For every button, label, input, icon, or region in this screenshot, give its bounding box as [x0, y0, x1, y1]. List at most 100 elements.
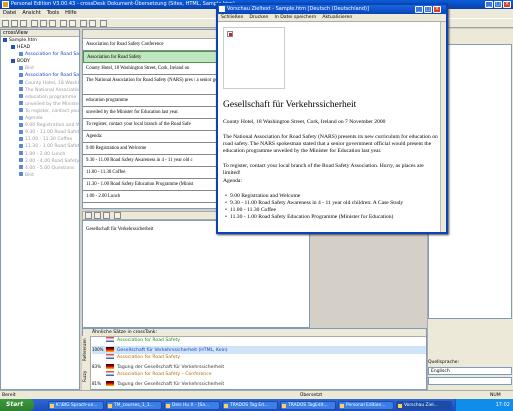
tree-node-label: 2.00 - 4.00 Road Safety — [25, 158, 79, 164]
tm-header: Ähnliche Sätze in crossTank: — [83, 329, 426, 337]
match-text: Association for Road Safety — [117, 355, 181, 360]
taskbar-button[interactable]: TRADOS TagEdit... — [280, 401, 336, 410]
language-flag-icon — [106, 380, 114, 386]
preview-close-icon[interactable]: × — [433, 6, 441, 13]
taskbar-button[interactable]: Personal Edition... — [338, 401, 394, 410]
tree-node-label: Association for Road Safety — [25, 52, 79, 58]
node-icon — [19, 94, 23, 99]
tree-node[interactable]: 11.30 - 1.00 Road Safety Ed — [1, 143, 79, 150]
tree-node[interactable]: 9.30 - 11.00 Road Safety Aw — [1, 129, 79, 136]
new-file-icon[interactable] — [2, 20, 9, 27]
maximize-icon[interactable]: □ — [494, 1, 502, 8]
source-language-select[interactable]: Englisch — [428, 367, 512, 375]
taskbar-button[interactable]: TM_courses_1_1... — [106, 401, 162, 410]
tm-match-row[interactable]: Association for Road Safety — [92, 354, 426, 363]
close-icon[interactable]: × — [503, 1, 511, 8]
preview-refresh-menu[interactable]: Aktualisieren — [319, 14, 355, 22]
tree-node[interactable]: 2.00 - 4.00 Road Safety — [1, 158, 79, 165]
redo-icon[interactable] — [69, 20, 76, 27]
tree-node[interactable]: Sample.htm — [1, 37, 79, 44]
tree-node[interactable]: unveiled by the Minister — [1, 101, 79, 108]
tree-node-label: 11.00 - 11.30 Coffee — [25, 137, 73, 143]
tab-referenzen[interactable]: Referenzen — [82, 338, 91, 362]
menu-tools[interactable]: Tools — [44, 9, 62, 18]
match-text: Association for Road Safety – Conference — [117, 372, 212, 377]
sidebar-field[interactable] — [428, 377, 512, 385]
underline-icon[interactable] — [103, 212, 110, 219]
app-title: Personal Edition V3.00.43 - crossDesk Do… — [11, 1, 235, 7]
cut-icon[interactable] — [31, 20, 38, 27]
tm-match-row[interactable]: 83% Tagung der Gesellschaft für Verkehrss… — [92, 363, 426, 372]
taskbar-button[interactable]: TRADOS Tag Ed... — [222, 401, 278, 410]
tree-node[interactable]: 4.00 - 5.00 Questions — [1, 165, 79, 172]
node-icon — [19, 165, 23, 170]
preview-print-menu[interactable]: Drucken — [246, 14, 271, 22]
tree-node[interactable]: Association for Road Safety — [1, 51, 79, 58]
help-icon[interactable] — [100, 20, 107, 27]
preview-maximize-icon[interactable]: □ — [424, 6, 432, 13]
match-percent: 81% — [92, 380, 101, 386]
tree-node-label: 1.00 - 2.00 Lunch — [25, 151, 66, 157]
tree-node-label: The National Association — [25, 87, 79, 93]
tree-node[interactable]: The National Association — [1, 87, 79, 94]
tree-node-label: 9.00 Registration and Welco — [25, 123, 79, 129]
tree-node-label: Bild — [25, 172, 34, 178]
preview-title: Vorschau Zieltext - Sample.htm [Deutsch … — [227, 6, 369, 12]
tree-node[interactable]: 1.00 - 2.00 Lunch — [1, 151, 79, 158]
menu-ansicht[interactable]: Ansicht — [19, 9, 43, 18]
tag-icon[interactable] — [114, 212, 121, 219]
tree-node[interactable]: education programme — [1, 94, 79, 101]
agenda-item: 11.30 - 1.00 Road Safety Education Progr… — [225, 214, 440, 221]
tree-node[interactable]: 9.00 Registration and Welco — [1, 122, 79, 129]
menu-datei[interactable]: Datei — [0, 9, 19, 18]
match-percent: 83% — [92, 363, 101, 369]
undo-icon[interactable] — [60, 20, 67, 27]
tm-match-row[interactable]: 100% Gesellschaft für Verkehrssicherheit … — [92, 345, 426, 354]
tree-node[interactable]: County Hotel, 18 Washington — [1, 80, 79, 87]
tree-node[interactable]: BODY — [1, 58, 79, 65]
clock: 17:02 — [495, 402, 510, 408]
settings-icon[interactable] — [89, 20, 96, 27]
task-label: TRADOS Tag Ed... — [230, 403, 269, 408]
start-button[interactable]: Start — [0, 399, 34, 411]
minimize-icon[interactable]: _ — [485, 1, 493, 8]
preview-save-menu[interactable]: In Datei speichern — [271, 14, 319, 22]
copy-icon[interactable] — [40, 20, 47, 27]
open-folder-icon[interactable] — [11, 20, 18, 27]
preview-scrollbar[interactable] — [440, 22, 446, 232]
bold-icon[interactable] — [85, 212, 92, 219]
tree-node[interactable]: 11.00 - 11.30 Coffee — [1, 136, 79, 143]
node-icon — [3, 37, 7, 42]
taskbar-button[interactable]: Deis Hu X - [Sa... — [164, 401, 220, 410]
tree-node[interactable]: HEAD — [1, 44, 79, 51]
tree-node-label: education programme — [25, 94, 77, 100]
save-icon[interactable] — [20, 20, 27, 27]
tree-node[interactable]: To register, contact your loc — [1, 108, 79, 115]
task-label: TRADOS TagEdit... — [288, 403, 328, 408]
paste-icon[interactable] — [49, 20, 56, 27]
tree-node-label: Bild — [25, 66, 34, 72]
taskbar-button[interactable]: K:\BIG Sprach-un... — [48, 401, 104, 410]
tree-node[interactable]: Bild — [1, 172, 79, 179]
tab-fuzzy[interactable]: Fuzzy — [82, 364, 91, 388]
italic-icon[interactable] — [94, 212, 101, 219]
tree-header: crossView — [1, 30, 79, 37]
translation-pane[interactable]: Gesellschaft für Verkehrssicherheit — [82, 220, 310, 328]
tm-match-row[interactable]: 81% Tagung der Gesellschaft für Verkehrss… — [92, 380, 426, 389]
tree-node-label: Sample.htm — [9, 38, 37, 43]
tm-match-row[interactable]: Association for Road Safety – Conference — [92, 371, 426, 380]
node-icon — [19, 158, 23, 163]
source-language-label: Quellsprache: — [428, 360, 460, 365]
preview-icon[interactable] — [80, 20, 87, 27]
tree-node[interactable]: Association for Road Safety — [1, 72, 79, 79]
tm-match-row[interactable]: Association for Road Safety — [92, 337, 426, 346]
language-flag-icon — [106, 363, 114, 369]
preview-close-menu[interactable]: Schließen — [218, 14, 246, 22]
agenda-item: 9.00 Registration and Welcome — [225, 193, 440, 200]
tree-node[interactable]: Bild — [1, 65, 79, 72]
language-flag-icon — [106, 337, 114, 342]
menu-hilfe[interactable]: Hilfe — [62, 9, 79, 18]
taskbar-button[interactable]: Vorschau Ziel... — [396, 401, 452, 410]
tree-node[interactable]: Agenda — [1, 115, 79, 122]
preview-minimize-icon[interactable]: _ — [415, 6, 423, 13]
